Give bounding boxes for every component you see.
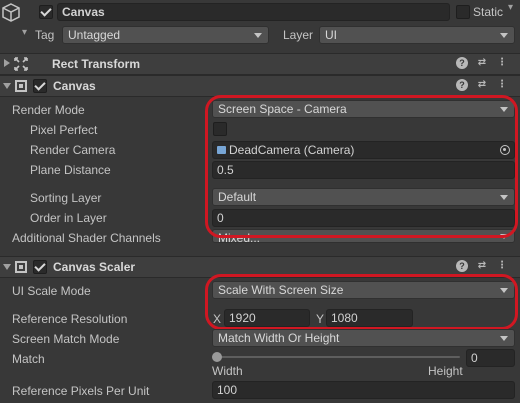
render-camera-field[interactable]: DeadCamera (Camera) (212, 141, 515, 159)
reference-resolution-label: Reference Resolution (12, 312, 128, 326)
gameobject-cube-icon (2, 3, 20, 22)
shader-channels-label: Additional Shader Channels (12, 231, 161, 245)
canvas-scaler-enabled-checkbox[interactable] (33, 260, 47, 274)
help-icon[interactable]: ? (456, 57, 468, 69)
chevron-down-icon (500, 195, 508, 200)
object-name-field[interactable]: Canvas (57, 3, 450, 21)
header-icons: ? ⇄ ⋮ (456, 79, 514, 93)
sorting-layer-value: Default (218, 190, 257, 204)
tag-value: Untagged (68, 28, 121, 42)
presets-icon[interactable]: ⇄ (476, 57, 488, 69)
shader-channels-dropdown[interactable]: Mixed... (212, 229, 515, 243)
layer-label: Layer (283, 28, 314, 42)
ref-pixels-label: Reference Pixels Per Unit (12, 384, 150, 398)
ui-scale-mode-value: Scale With Screen Size (218, 283, 344, 297)
header-icons: ? ⇄ ⋮ (456, 260, 514, 274)
header-icons: ? ⇄ ⋮ (456, 57, 514, 71)
render-camera-label: Render Camera (30, 143, 116, 157)
object-picker-icon[interactable] (500, 145, 510, 155)
match-value-field[interactable]: 0 (466, 349, 515, 367)
x-label: X (213, 312, 222, 326)
reference-x-field[interactable]: 1920 (224, 309, 310, 327)
fold-down-icon[interactable] (3, 264, 11, 270)
presets-icon[interactable]: ⇄ (476, 79, 488, 91)
static-label: Static (473, 5, 504, 19)
presets-icon[interactable]: ⇄ (476, 260, 488, 272)
camera-icon (217, 146, 226, 154)
match-label: Match (12, 352, 45, 366)
chevron-down-icon (500, 33, 508, 38)
tag-dropdown[interactable]: Untagged (62, 26, 269, 44)
y-label: Y (316, 312, 325, 326)
chevron-down-icon (254, 33, 262, 38)
static-checkbox[interactable] (456, 5, 470, 19)
rect-transform-title: Rect Transform (52, 57, 141, 71)
more-icon[interactable]: ⋮ (496, 79, 508, 91)
canvas-enabled-checkbox[interactable] (33, 79, 47, 93)
render-mode-label: Render Mode (12, 103, 85, 117)
canvas-scaler-title: Canvas Scaler (53, 260, 136, 274)
active-checkbox[interactable] (39, 5, 53, 19)
canvas-header[interactable]: Canvas ? ⇄ ⋮ (0, 75, 520, 97)
render-mode-value: Screen Space - Camera (218, 102, 347, 116)
ref-pixels-field[interactable]: 100 (212, 381, 515, 399)
order-in-layer-label: Order in Layer (30, 211, 107, 225)
chevron-down-icon (500, 288, 508, 293)
render-camera-value: DeadCamera (Camera) (229, 143, 355, 157)
plane-distance-label: Plane Distance (30, 163, 111, 177)
pixel-perfect-label: Pixel Perfect (30, 123, 98, 137)
layer-dropdown[interactable]: UI (319, 26, 515, 44)
screen-match-mode-label: Screen Match Mode (12, 332, 120, 346)
order-in-layer-field[interactable]: 0 (212, 209, 515, 227)
help-icon[interactable]: ? (456, 260, 468, 272)
reference-y-field[interactable]: 1080 (326, 309, 413, 327)
render-mode-dropdown[interactable]: Screen Space - Camera (212, 100, 515, 118)
plane-distance-field[interactable]: 0.5 (212, 161, 515, 179)
shader-channels-value: Mixed... (218, 231, 261, 243)
screen-match-mode-value: Match Width Or Height (218, 331, 340, 345)
ui-scale-mode-dropdown[interactable]: Scale With Screen Size (212, 281, 515, 299)
more-icon[interactable]: ⋮ (496, 260, 508, 272)
rect-transform-header[interactable]: Rect Transform ? ⇄ ⋮ (0, 53, 520, 75)
width-label: Width (212, 364, 243, 378)
pixel-perfect-checkbox[interactable] (213, 122, 227, 136)
static-dropdown-icon[interactable]: ▾ (508, 2, 513, 13)
help-icon[interactable]: ? (456, 79, 468, 91)
chevron-down-icon (500, 107, 508, 112)
canvas-title: Canvas (53, 79, 96, 93)
more-icon[interactable]: ⋮ (496, 57, 508, 69)
layer-value: UI (325, 28, 337, 42)
match-slider-thumb[interactable] (212, 352, 222, 362)
match-slider[interactable] (212, 351, 460, 363)
fold-down-icon[interactable] (3, 83, 11, 89)
sorting-layer-label: Sorting Layer (30, 191, 102, 205)
rect-transform-icon (14, 57, 28, 71)
canvas-icon (15, 80, 27, 92)
canvas-scaler-header[interactable]: Canvas Scaler ? ⇄ ⋮ (0, 256, 520, 278)
canvas-scaler-icon (15, 261, 27, 273)
fold-right-icon[interactable] (4, 59, 10, 67)
chevron-down-icon[interactable]: ▾ (22, 27, 27, 38)
match-slider-track (212, 356, 460, 358)
height-label: Height (428, 364, 463, 378)
chevron-down-icon (500, 234, 508, 239)
chevron-down-icon (500, 336, 508, 341)
ui-scale-mode-label: UI Scale Mode (12, 284, 91, 298)
screen-match-mode-dropdown[interactable]: Match Width Or Height (212, 329, 515, 347)
tag-label: Tag (35, 28, 55, 42)
sorting-layer-dropdown[interactable]: Default (212, 188, 515, 206)
